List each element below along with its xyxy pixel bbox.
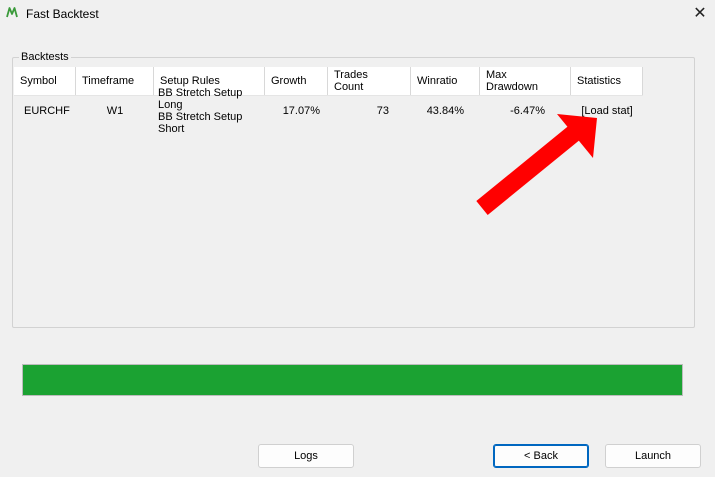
table-row[interactable]: EURCHF W1 BB Stretch Setup Long BB Stret… xyxy=(14,87,643,135)
cell-growth: 17.07% xyxy=(282,105,320,117)
cell-setup-rules: BB Stretch Setup Long BB Stretch Setup S… xyxy=(158,87,243,135)
logs-button[interactable]: Logs xyxy=(258,444,354,468)
cell-symbol: EURCHF xyxy=(24,105,70,117)
col-max-drawdown[interactable]: Max Drawdown xyxy=(480,67,571,95)
col-symbol[interactable]: Symbol xyxy=(14,67,76,95)
cell-max-drawdown: -6.47% xyxy=(510,105,545,117)
col-trades-count[interactable]: Trades Count xyxy=(328,67,411,95)
progress-bar xyxy=(22,364,683,396)
window-title: Fast Backtest xyxy=(26,7,99,21)
progress-fill xyxy=(23,365,682,395)
cell-trades-count: 73 xyxy=(376,105,389,117)
back-button[interactable]: < Back xyxy=(493,444,589,468)
col-statistics[interactable]: Statistics xyxy=(571,67,643,95)
cell-timeframe: W1 xyxy=(106,105,124,117)
groupbox-legend: Backtests xyxy=(19,51,71,63)
close-button[interactable]: ✕ xyxy=(688,3,712,23)
close-icon: ✕ xyxy=(693,5,707,22)
col-winratio[interactable]: Winratio xyxy=(411,67,480,95)
col-timeframe[interactable]: Timeframe xyxy=(76,67,154,95)
mt-logo-icon xyxy=(6,7,18,18)
title-bar: Fast Backtest ✕ xyxy=(0,0,715,28)
load-stat-link[interactable]: [Load stat] xyxy=(571,96,643,126)
launch-button[interactable]: Launch xyxy=(605,444,701,468)
listview-header: Symbol Timeframe Setup Rules Growth Trad… xyxy=(14,67,643,96)
cell-winratio: 43.84% xyxy=(426,105,464,117)
col-growth[interactable]: Growth xyxy=(265,67,328,95)
backtests-listview[interactable]: Symbol Timeframe Setup Rules Growth Trad… xyxy=(14,67,643,135)
